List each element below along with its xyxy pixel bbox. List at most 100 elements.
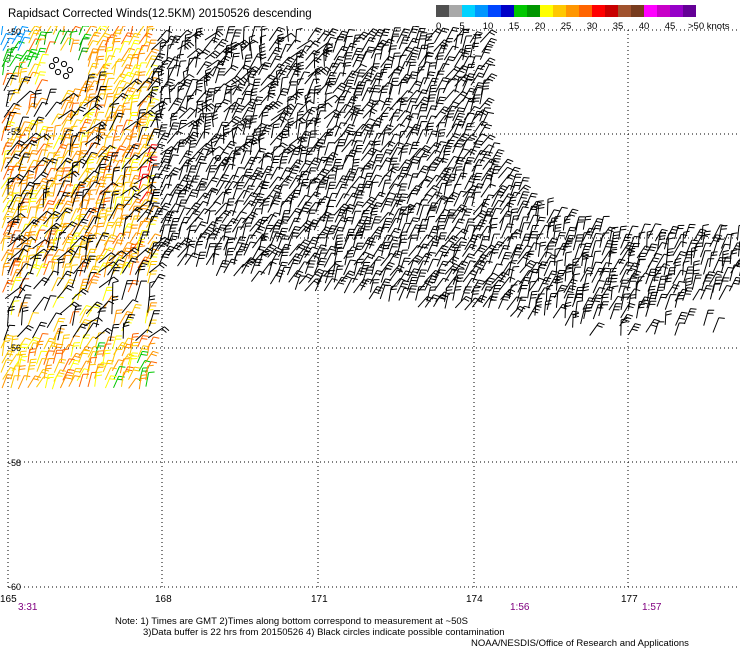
- wind-barb: [59, 374, 73, 389]
- wind-barb: [443, 45, 459, 61]
- wind-barb: [454, 295, 472, 309]
- wind-barb: [322, 205, 334, 222]
- wind-barb: [637, 231, 646, 247]
- wind-barb: [286, 26, 289, 42]
- wind-barb: [21, 306, 29, 326]
- wind-barb: [186, 57, 196, 76]
- wind-barb: [185, 30, 204, 42]
- wind-barb: [620, 317, 628, 336]
- wind-barb: [52, 124, 62, 140]
- wind-barb: [297, 71, 310, 86]
- wind-barb: [36, 333, 49, 348]
- note-line: 3)Data buffer is 22 hrs from 20150526 4)…: [143, 627, 505, 638]
- latitude-label: -52: [8, 127, 21, 137]
- wind-barb: [500, 251, 512, 265]
- legend-swatch: [488, 5, 501, 17]
- colored-wind-barbs: [0, 26, 161, 390]
- wind-barb: [261, 213, 277, 225]
- wind-barb: [470, 55, 482, 69]
- wind-barb: [408, 245, 424, 257]
- wind-barb: [663, 232, 676, 250]
- legend-label: 20: [535, 21, 546, 32]
- wind-barb: [37, 53, 49, 69]
- wind-barb: [8, 112, 21, 126]
- wind-barb: [509, 266, 520, 283]
- wind-barb: [277, 235, 289, 249]
- wind-barb: [69, 39, 80, 53]
- legend-label: 45: [665, 21, 676, 32]
- legend-color-bar: [436, 5, 696, 17]
- map-title: Rapidsact Corrected Winds(12.5KM) 201505…: [8, 8, 312, 20]
- wind-barb: [81, 188, 90, 208]
- contamination-circle: [52, 56, 60, 64]
- wind-barb: [388, 285, 398, 302]
- wind-barb: [215, 260, 230, 277]
- wind-barb: [592, 280, 605, 294]
- legend-label: 35: [613, 21, 624, 32]
- wind-barb: [296, 122, 306, 139]
- wind-barb: [442, 147, 452, 163]
- wind-barb: [313, 85, 321, 104]
- contamination-circle: [62, 72, 70, 80]
- wind-barb: [82, 103, 103, 117]
- wind-barb: [360, 147, 378, 162]
- wind-barb: [210, 137, 218, 156]
- wind-barb: [415, 66, 425, 84]
- legend-label: >50 knots: [688, 21, 730, 32]
- latitude-label: -58: [8, 458, 21, 468]
- wind-barb: [35, 79, 49, 91]
- wind-barb: [111, 295, 119, 315]
- wind-barb: [51, 262, 61, 276]
- wind-barb: [388, 108, 404, 122]
- wind-barb: [10, 375, 21, 389]
- wind-barb: [444, 292, 455, 309]
- wind-barb: [176, 60, 187, 77]
- wind-barb: [323, 28, 339, 42]
- wind-barb: [87, 279, 99, 292]
- legend-swatch: [436, 5, 449, 17]
- pass-time-label: 3:31: [18, 602, 38, 613]
- wind-barb: [289, 102, 304, 118]
- wind-barb: [177, 41, 195, 50]
- wind-barb: [251, 270, 266, 282]
- wind-barb: [729, 249, 738, 265]
- wind-barb: [112, 335, 123, 350]
- contamination-circle: [60, 60, 68, 68]
- wind-barb: [611, 231, 620, 249]
- wind-barb: [17, 350, 27, 366]
- wind-barb: [326, 62, 339, 76]
- legend-swatch: [605, 5, 618, 17]
- wind-barb: [398, 257, 411, 273]
- legend-swatch: [553, 5, 566, 17]
- wind-barb: [103, 93, 114, 108]
- wind-barb: [32, 321, 47, 339]
- legend-swatch: [670, 5, 683, 17]
- wind-barb: [251, 250, 270, 264]
- contamination-circle: [48, 62, 56, 70]
- wind-barb: [434, 96, 446, 111]
- legend-swatch: [501, 5, 514, 17]
- wind-barb: [177, 221, 188, 239]
- wind-barb: [223, 64, 239, 77]
- wind-barb: [128, 366, 141, 380]
- wind-barb: [441, 56, 456, 70]
- longitude-label: 174: [466, 594, 483, 605]
- wind-barb: [656, 293, 668, 307]
- wind-barb: [480, 111, 494, 127]
- wind-barb: [249, 40, 256, 59]
- wind-barb: [158, 101, 166, 118]
- legend-swatch: [449, 5, 462, 17]
- legend-swatch: [579, 5, 592, 17]
- wind-barb: [109, 323, 120, 342]
- wind-barb: [260, 74, 276, 86]
- wind-barb: [675, 311, 688, 326]
- wind-barb: [33, 277, 50, 290]
- wind-barb: [251, 103, 262, 120]
- wind-barb: [129, 261, 140, 276]
- wind-barb: [536, 203, 545, 222]
- wind-barb: [278, 243, 292, 258]
- longitude-label: 171: [311, 594, 328, 605]
- wind-barb: [16, 284, 32, 299]
- wind-barb: [129, 304, 142, 318]
- wind-barb: [94, 371, 103, 387]
